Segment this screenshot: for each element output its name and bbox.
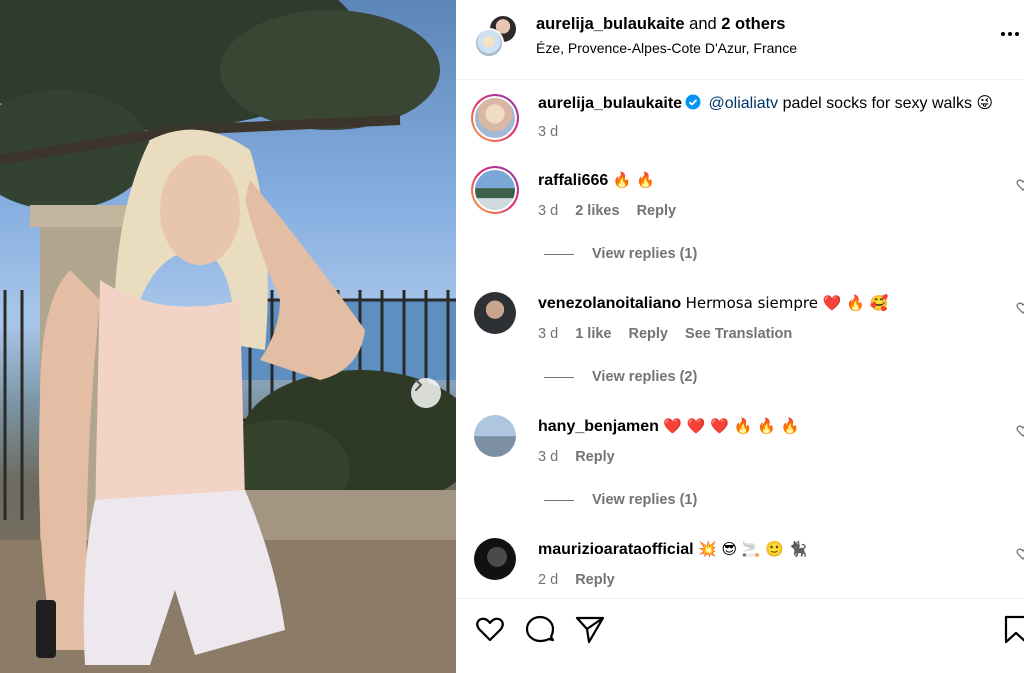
post-action-bar bbox=[456, 598, 1024, 673]
post-authors: aurelija_bulaukaite and 2 others bbox=[536, 15, 785, 34]
location-link[interactable]: Éze, Provence-Alpes-Cote D'Azur, France bbox=[536, 40, 797, 56]
collab-avatars[interactable] bbox=[474, 14, 518, 58]
view-replies-button[interactable]: View replies (1) bbox=[544, 492, 697, 508]
comment-icon[interactable] bbox=[524, 613, 556, 645]
like-comment-icon[interactable] bbox=[1016, 301, 1024, 315]
comment-body: Hermosa siempre ❤️ 🔥 🥰 bbox=[685, 294, 889, 312]
replies-divider bbox=[544, 376, 574, 378]
replies-divider bbox=[544, 499, 574, 501]
avatar bbox=[474, 28, 504, 58]
post-side-panel: aurelija_bulaukaite and 2 others Éze, Pr… bbox=[456, 0, 1024, 673]
comment-text: raffali666 🔥 🔥 bbox=[538, 171, 655, 190]
avatar[interactable] bbox=[474, 538, 516, 580]
view-replies-label: View replies (1) bbox=[592, 492, 698, 508]
comment-time[interactable]: 3 d bbox=[538, 326, 558, 342]
heart-icon[interactable] bbox=[474, 613, 506, 645]
author-username[interactable]: aurelija_bulaukaite bbox=[536, 15, 685, 33]
comment-likes[interactable]: 2 likes bbox=[575, 203, 619, 219]
comment-username[interactable]: hany_benjamen bbox=[538, 418, 659, 435]
replies-divider bbox=[544, 253, 574, 255]
comment-text: venezolanoitaliano Hermosa siempre ❤️ 🔥 … bbox=[538, 294, 888, 313]
reply-button[interactable]: Reply bbox=[637, 203, 677, 219]
view-replies-button[interactable]: View replies (2) bbox=[544, 369, 697, 385]
comment-likes[interactable]: 1 like bbox=[575, 326, 611, 342]
post-header: aurelija_bulaukaite and 2 others Éze, Pr… bbox=[456, 0, 1024, 80]
comment-body: 🔥 🔥 bbox=[612, 171, 655, 189]
comment-username[interactable]: maurizioarataofficial bbox=[538, 541, 694, 558]
share-icon[interactable] bbox=[574, 613, 606, 645]
avatar[interactable] bbox=[471, 166, 519, 214]
avatar[interactable] bbox=[471, 94, 519, 142]
comment-body: 💥 😎 🚬 🙂 🐈‍⬛ bbox=[698, 540, 808, 558]
like-comment-icon[interactable] bbox=[1016, 178, 1024, 192]
avatar[interactable] bbox=[474, 292, 516, 334]
comment-text: hany_benjamen ❤️ ❤️ ❤️ 🔥 🔥 🔥 bbox=[538, 417, 799, 436]
comment-body: ❤️ ❤️ ❤️ 🔥 🔥 🔥 bbox=[663, 417, 800, 435]
comments-list[interactable]: aurelija_bulaukaite @olialiatv padel soc… bbox=[456, 80, 1024, 600]
carousel-next-button[interactable] bbox=[411, 378, 441, 408]
comment-time[interactable]: 3 d bbox=[538, 449, 558, 465]
view-replies-button[interactable]: View replies (1) bbox=[544, 246, 697, 262]
mention-link[interactable]: @olialiatv bbox=[709, 95, 779, 112]
bookmark-icon[interactable] bbox=[1000, 613, 1024, 645]
caption-body: padel socks for sexy walks 😜 bbox=[782, 95, 994, 112]
reply-button[interactable]: Reply bbox=[575, 449, 615, 465]
more-horizontal-icon bbox=[1001, 32, 1019, 36]
caption-text: aurelija_bulaukaite @olialiatv padel soc… bbox=[538, 93, 993, 113]
and-text: and bbox=[689, 15, 717, 33]
verified-badge-icon bbox=[685, 94, 701, 110]
comment-meta: 2 d Reply bbox=[538, 572, 628, 588]
caption-meta: 3 d bbox=[538, 124, 571, 140]
caption-username[interactable]: aurelija_bulaukaite bbox=[538, 95, 682, 112]
more-options-button[interactable] bbox=[998, 22, 1024, 46]
comment-meta: 3 d 2 likes Reply bbox=[538, 203, 689, 219]
like-comment-icon[interactable] bbox=[1016, 547, 1024, 561]
reply-button[interactable]: Reply bbox=[575, 572, 615, 588]
photo-illustration bbox=[0, 0, 456, 673]
avatar[interactable] bbox=[474, 415, 516, 457]
caption-time[interactable]: 3 d bbox=[538, 124, 558, 140]
comment-meta: 3 d 1 like Reply See Translation bbox=[538, 326, 805, 342]
view-replies-label: View replies (1) bbox=[592, 246, 698, 262]
post-photo[interactable] bbox=[0, 0, 456, 673]
comment-username[interactable]: venezolanoitaliano bbox=[538, 295, 681, 312]
reply-button[interactable]: Reply bbox=[629, 326, 669, 342]
others-link[interactable]: 2 others bbox=[721, 15, 785, 33]
view-replies-label: View replies (2) bbox=[592, 369, 698, 385]
comment-text: maurizioarataofficial 💥 😎 🚬 🙂 🐈‍⬛ bbox=[538, 540, 807, 559]
comment-time[interactable]: 3 d bbox=[538, 203, 558, 219]
comment-meta: 3 d Reply bbox=[538, 449, 628, 465]
see-translation-button[interactable]: See Translation bbox=[685, 326, 792, 342]
chevron-right-icon bbox=[415, 379, 423, 391]
comment-time[interactable]: 2 d bbox=[538, 572, 558, 588]
like-comment-icon[interactable] bbox=[1016, 424, 1024, 438]
comment-username[interactable]: raffali666 bbox=[538, 172, 608, 189]
